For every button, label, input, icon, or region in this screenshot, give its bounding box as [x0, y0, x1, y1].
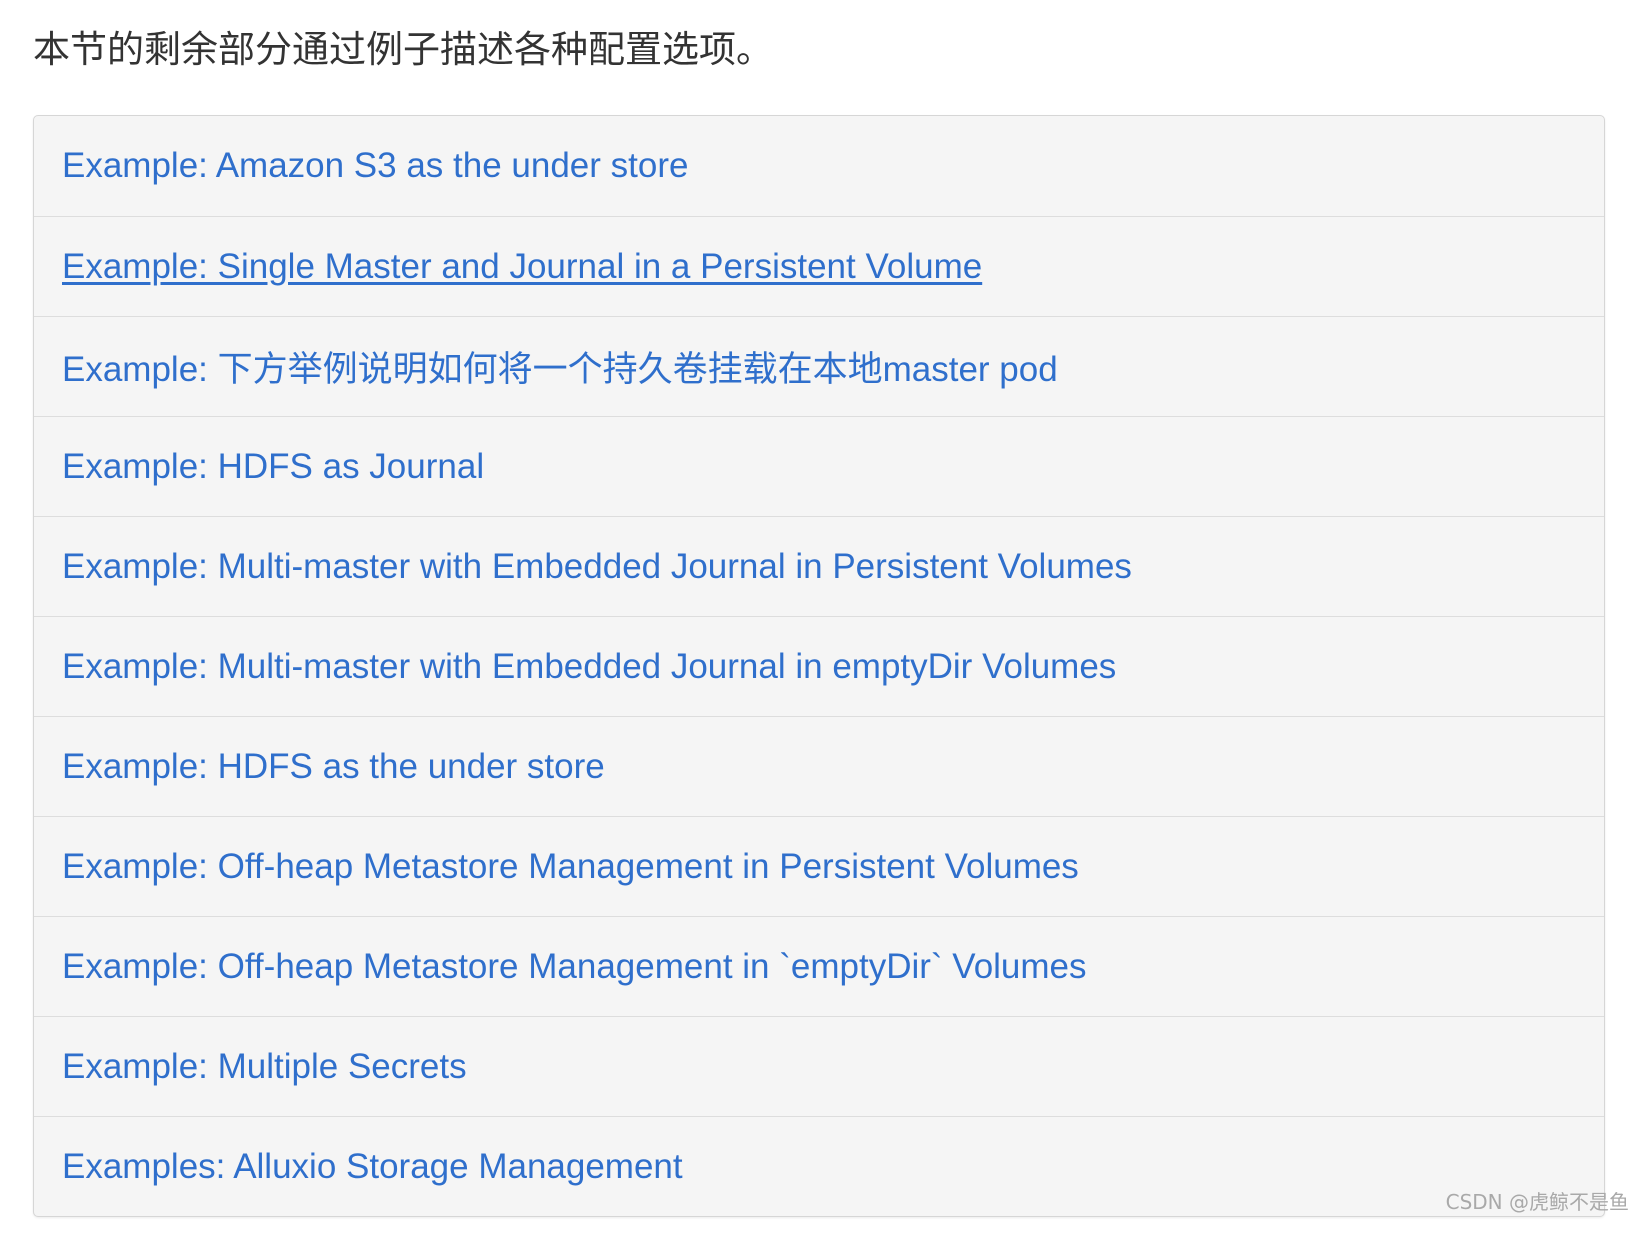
list-item-mount-persistent-volume-local-master-pod[interactable]: Example: 下方举例说明如何将一个持久卷挂载在本地master pod [34, 316, 1604, 416]
watermark: CSDN @虎鲸不是鱼 [1445, 1190, 1629, 1214]
list-item-offheap-metastore-emptydir-volumes[interactable]: Example: Off-heap Metastore Management i… [34, 916, 1604, 1016]
list-item-offheap-metastore-persistent-volumes[interactable]: Example: Off-heap Metastore Management i… [34, 816, 1604, 916]
list-item-s3-under-store[interactable]: Example: Amazon S3 as the under store [34, 116, 1604, 216]
list-item-alluxio-storage-management[interactable]: Examples: Alluxio Storage Management [34, 1116, 1604, 1216]
list-item-hdfs-under-store[interactable]: Example: HDFS as the under store [34, 716, 1604, 816]
list-item-single-master-persistent-volume[interactable]: Example: Single Master and Journal in a … [34, 216, 1604, 316]
intro-paragraph: 本节的剩余部分通过例子描述各种配置选项。 [33, 28, 773, 71]
examples-list: Example: Amazon S3 as the under store Ex… [33, 115, 1605, 1217]
list-item-hdfs-journal[interactable]: Example: HDFS as Journal [34, 416, 1604, 516]
list-item-multiple-secrets[interactable]: Example: Multiple Secrets [34, 1016, 1604, 1116]
list-item-multi-master-persistent-volumes[interactable]: Example: Multi-master with Embedded Jour… [34, 516, 1604, 616]
list-item-multi-master-emptydir-volumes[interactable]: Example: Multi-master with Embedded Jour… [34, 616, 1604, 716]
